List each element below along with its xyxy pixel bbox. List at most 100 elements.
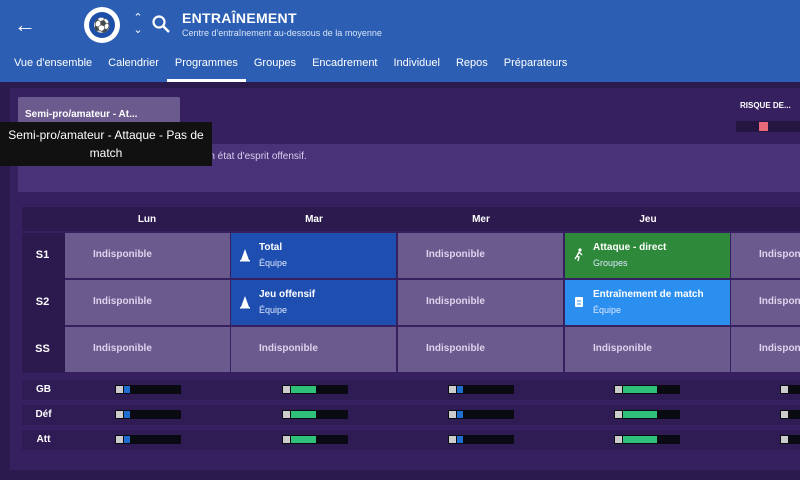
cone-icon	[240, 296, 250, 309]
ball-icon: ⚽	[89, 12, 115, 38]
load-fill	[291, 411, 316, 418]
page-subtitle: Centre d'entraînement au-dessous de la m…	[182, 28, 382, 38]
load-bar-lun	[115, 435, 181, 444]
load-bar-jeu	[614, 385, 680, 394]
session-label-s2: S2	[35, 296, 50, 308]
unavailable-label: Indisponible	[93, 296, 152, 307]
tab-calendar[interactable]: Calendrier	[100, 52, 167, 82]
risk-marker	[759, 122, 768, 131]
load-fill	[124, 436, 130, 443]
risk-bar	[736, 121, 800, 132]
summary-label-def: Déf	[35, 409, 52, 420]
unavailable-label: Indisponible	[259, 343, 318, 354]
load-fill	[291, 436, 316, 443]
program-tooltip: Semi-pro/amateur - Attaque - Pas de matc…	[0, 122, 212, 166]
clipboard-icon	[575, 297, 583, 307]
session-cell[interactable]: Indisponible	[398, 327, 563, 372]
session-cell-mar-s2[interactable]: Jeu offensif Équipe	[231, 280, 396, 325]
up-down-chevron-icon[interactable]: ⌃ ⌄	[131, 12, 145, 40]
load-bar-partial	[780, 385, 800, 394]
session-cell[interactable]: Indisponible	[398, 233, 563, 278]
unavailable-label: Indisponible	[93, 249, 152, 260]
tab-overview[interactable]: Vue d'ensemble	[0, 52, 100, 82]
load-bar-lun	[115, 410, 181, 419]
load-fill	[291, 386, 316, 393]
session-cell[interactable]: Indisponible	[398, 280, 563, 325]
tab-bar: Vue d'ensemble Calendrier Programmes Gro…	[0, 52, 575, 82]
day-header-mer: Mer	[472, 214, 490, 225]
session-label-ss: SS	[35, 343, 50, 355]
load-fill	[457, 386, 463, 393]
load-bar-mer	[448, 435, 514, 444]
load-bar-partial	[780, 410, 800, 419]
load-bar-mar	[282, 410, 348, 419]
session-title: Entraînement de match	[593, 289, 704, 300]
session-title: Jeu offensif	[259, 289, 316, 300]
session-cell[interactable]: Indisponible	[731, 233, 800, 278]
cone-icon	[240, 249, 250, 262]
tab-groups[interactable]: Groupes	[246, 52, 304, 82]
load-bar-jeu	[614, 435, 680, 444]
session-cell[interactable]: Indisponible	[565, 327, 730, 372]
session-cell-jeu-s1[interactable]: Attaque - direct Groupes	[565, 233, 730, 278]
day-header-lun: Lun	[137, 214, 157, 225]
load-fill	[623, 411, 657, 418]
load-fill	[124, 411, 130, 418]
session-cell[interactable]: Indisponible	[65, 327, 230, 372]
day-header-jeu: Jeu	[639, 214, 657, 225]
load-fill	[457, 411, 463, 418]
session-cell[interactable]: Indisponible	[731, 280, 800, 325]
unavailable-label: Indisponible	[93, 343, 152, 354]
search-icon[interactable]	[151, 14, 171, 34]
session-cell[interactable]: Indisponible	[65, 233, 230, 278]
load-bar-mar	[282, 435, 348, 444]
load-bar-mar	[282, 385, 348, 394]
load-icon	[283, 411, 290, 418]
session-cell[interactable]: Indisponible	[65, 280, 230, 325]
load-icon	[615, 411, 622, 418]
session-group: Groupes	[593, 258, 628, 268]
session-cell[interactable]: Indisponible	[731, 327, 800, 372]
load-icon	[283, 386, 290, 393]
session-group: Équipe	[259, 305, 288, 315]
tab-rest[interactable]: Repos	[448, 52, 496, 82]
load-icon	[116, 411, 123, 418]
club-logo[interactable]: ⚽	[84, 7, 120, 43]
load-icon	[116, 436, 123, 443]
session-cell[interactable]: Indisponible	[231, 327, 396, 372]
page-title: ENTRAÎNEMENT	[182, 10, 297, 26]
load-icon	[781, 386, 788, 393]
load-bar-mer	[448, 385, 514, 394]
session-group: Équipe	[259, 258, 288, 268]
unavailable-label: Indisponible	[759, 343, 800, 354]
tab-programs[interactable]: Programmes	[166, 52, 246, 82]
session-title: Attaque - direct	[593, 242, 667, 253]
load-bar-lun	[115, 385, 181, 394]
risk-label: RISQUE DE...	[740, 101, 791, 110]
top-header: ← ⚽ ⌃ ⌄ ENTRAÎNEMENT Centre d'entraînemen…	[0, 0, 800, 82]
summary-label-att: Att	[36, 434, 51, 445]
session-title: Total	[259, 242, 283, 253]
day-header-mar: Mar	[305, 214, 323, 225]
unavailable-label: Indisponible	[593, 343, 652, 354]
load-icon	[449, 386, 456, 393]
load-bar-partial	[780, 435, 800, 444]
tab-staff[interactable]: Encadrement	[304, 52, 385, 82]
session-cell-jeu-s2[interactable]: Entraînement de match Équipe	[565, 280, 730, 325]
load-icon	[449, 436, 456, 443]
unavailable-label: Indisponible	[426, 296, 485, 307]
summary-label-gb: GB	[36, 384, 51, 395]
unavailable-label: Indisponible	[426, 249, 485, 260]
session-group: Équipe	[593, 305, 622, 315]
load-fill	[457, 436, 463, 443]
back-arrow-icon[interactable]: ←	[14, 12, 36, 38]
load-icon	[781, 436, 788, 443]
load-icon	[283, 436, 290, 443]
unavailable-label: Indisponible	[759, 296, 800, 307]
session-label-s1: S1	[35, 249, 50, 261]
load-bar-mer	[448, 410, 514, 419]
tab-individual[interactable]: Individuel	[386, 52, 448, 82]
tab-coaches[interactable]: Préparateurs	[496, 52, 576, 82]
session-cell-mar-s1[interactable]: Total Équipe	[231, 233, 396, 278]
load-icon	[116, 386, 123, 393]
